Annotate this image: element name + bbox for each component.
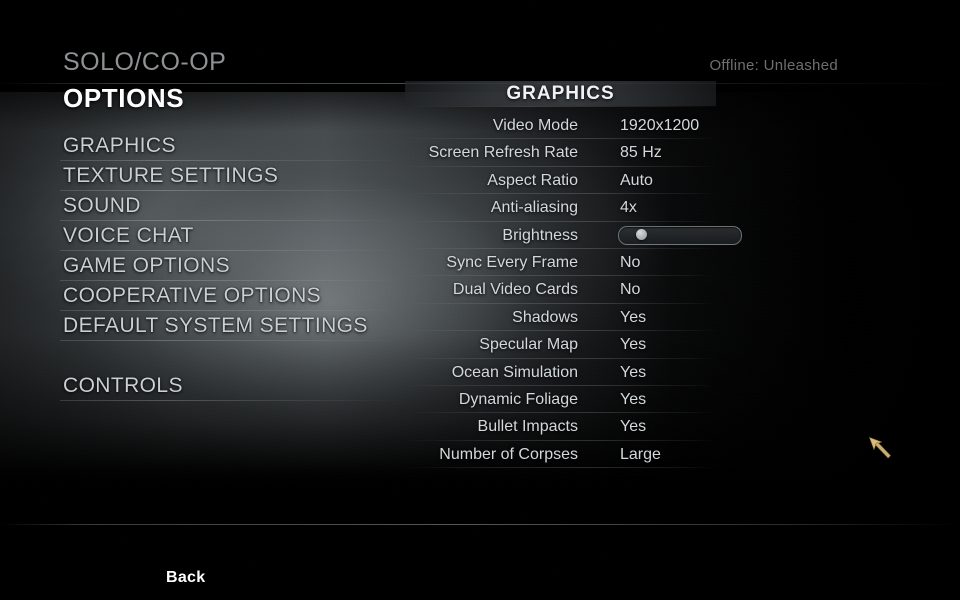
setting-row-aspect-ratio[interactable]: Aspect Ratio Auto xyxy=(405,167,885,195)
options-screen: SOLO/CO-OP OPTIONS Offline: Unleashed GR… xyxy=(0,0,960,600)
setting-row-dual-video-cards[interactable]: Dual Video Cards No xyxy=(405,276,885,305)
setting-row-anti-aliasing[interactable]: Anti-aliasing 4x xyxy=(405,194,885,222)
setting-row-dynamic-foliage[interactable]: Dynamic Foliage Yes xyxy=(405,386,885,414)
setting-value: 4x xyxy=(620,199,637,217)
setting-label: Brightness xyxy=(502,226,578,244)
connection-status: Offline: Unleashed xyxy=(709,57,838,74)
setting-row-brightness[interactable]: Brightness xyxy=(405,222,885,250)
sidebar-item-label: TEXTURE SETTINGS xyxy=(63,164,279,187)
sidebar-item-label: SOUND xyxy=(63,194,141,217)
sidebar-item-sound[interactable]: SOUND xyxy=(60,191,403,221)
setting-row-sync-every-frame[interactable]: Sync Every Frame No xyxy=(405,249,885,277)
footer-divider xyxy=(0,524,960,525)
setting-value: No xyxy=(620,253,641,271)
setting-label: Sync Every Frame xyxy=(446,253,578,271)
setting-row-shadows[interactable]: Shadows Yes xyxy=(405,304,885,332)
sidebar-item-label: GAME OPTIONS xyxy=(63,254,230,277)
setting-row-specular-map[interactable]: Specular Map Yes xyxy=(405,331,885,359)
setting-label: Ocean Simulation xyxy=(451,363,578,381)
sidebar-item-default-system-settings[interactable]: DEFAULT SYSTEM SETTINGS xyxy=(60,311,403,341)
setting-label: Number of Corpses xyxy=(439,445,578,463)
sidebar-item-label: VOICE CHAT xyxy=(63,224,194,247)
setting-value: Yes xyxy=(620,308,647,326)
settings-rows: Video Mode 1920x1200 Screen Refresh Rate… xyxy=(405,112,885,469)
sidebar-item-label: COOPERATIVE OPTIONS xyxy=(63,284,322,307)
setting-row-bullet-impacts[interactable]: Bullet Impacts Yes xyxy=(405,413,885,442)
setting-label: Dynamic Foliage xyxy=(458,390,578,408)
setting-value: Auto xyxy=(620,171,653,189)
setting-value: Yes xyxy=(620,336,647,354)
setting-label: Anti-aliasing xyxy=(490,199,578,217)
setting-value: No xyxy=(620,281,641,299)
sidebar-item-label: GRAPHICS xyxy=(63,134,176,157)
setting-label: Dual Video Cards xyxy=(452,281,578,299)
setting-value: Yes xyxy=(620,363,647,381)
setting-value: Yes xyxy=(620,418,647,436)
graphics-settings-panel: GRAPHICS Video Mode 1920x1200 Screen Ref… xyxy=(405,81,742,469)
back-button[interactable]: Back xyxy=(166,569,205,587)
setting-label: Video Mode xyxy=(492,117,578,134)
brightness-slider-knob[interactable] xyxy=(635,229,647,241)
brightness-slider[interactable] xyxy=(618,225,742,245)
sidebar-item-graphics[interactable]: GRAPHICS xyxy=(60,131,403,161)
setting-value: Yes xyxy=(620,390,647,408)
setting-value: 85 Hz xyxy=(620,144,662,162)
sidebar-item-voice-chat[interactable]: VOICE CHAT xyxy=(60,221,403,251)
options-category-list: GRAPHICS TEXTURE SETTINGS SOUND VOICE CH… xyxy=(60,131,403,401)
sidebar-item-label: CONTROLS xyxy=(63,374,183,397)
sidebar-item-game-options[interactable]: GAME OPTIONS xyxy=(60,251,403,281)
setting-row-ocean-simulation[interactable]: Ocean Simulation Yes xyxy=(405,359,885,387)
setting-label: Bullet Impacts xyxy=(477,418,578,436)
sidebar-item-cooperative-options[interactable]: COOPERATIVE OPTIONS xyxy=(60,281,403,311)
setting-label: Specular Map xyxy=(479,336,578,354)
setting-value: Large xyxy=(620,445,661,463)
panel-title: GRAPHICS xyxy=(405,81,716,107)
setting-value: 1920x1200 xyxy=(620,117,700,134)
sidebar-item-label: DEFAULT SYSTEM SETTINGS xyxy=(63,314,368,337)
setting-label: Screen Refresh Rate xyxy=(428,144,578,162)
setting-row-number-of-corpses[interactable]: Number of Corpses Large xyxy=(405,441,885,469)
sidebar-item-texture-settings[interactable]: TEXTURE SETTINGS xyxy=(60,161,403,191)
page-title: OPTIONS xyxy=(63,83,185,113)
setting-row-video-mode[interactable]: Video Mode 1920x1200 xyxy=(405,112,885,140)
sidebar-item-controls[interactable]: CONTROLS xyxy=(60,371,403,401)
setting-row-screen-refresh-rate[interactable]: Screen Refresh Rate 85 Hz xyxy=(405,139,885,168)
setting-label: Shadows xyxy=(512,308,578,326)
setting-label: Aspect Ratio xyxy=(487,171,578,189)
breadcrumb-mode: SOLO/CO-OP xyxy=(63,48,227,76)
